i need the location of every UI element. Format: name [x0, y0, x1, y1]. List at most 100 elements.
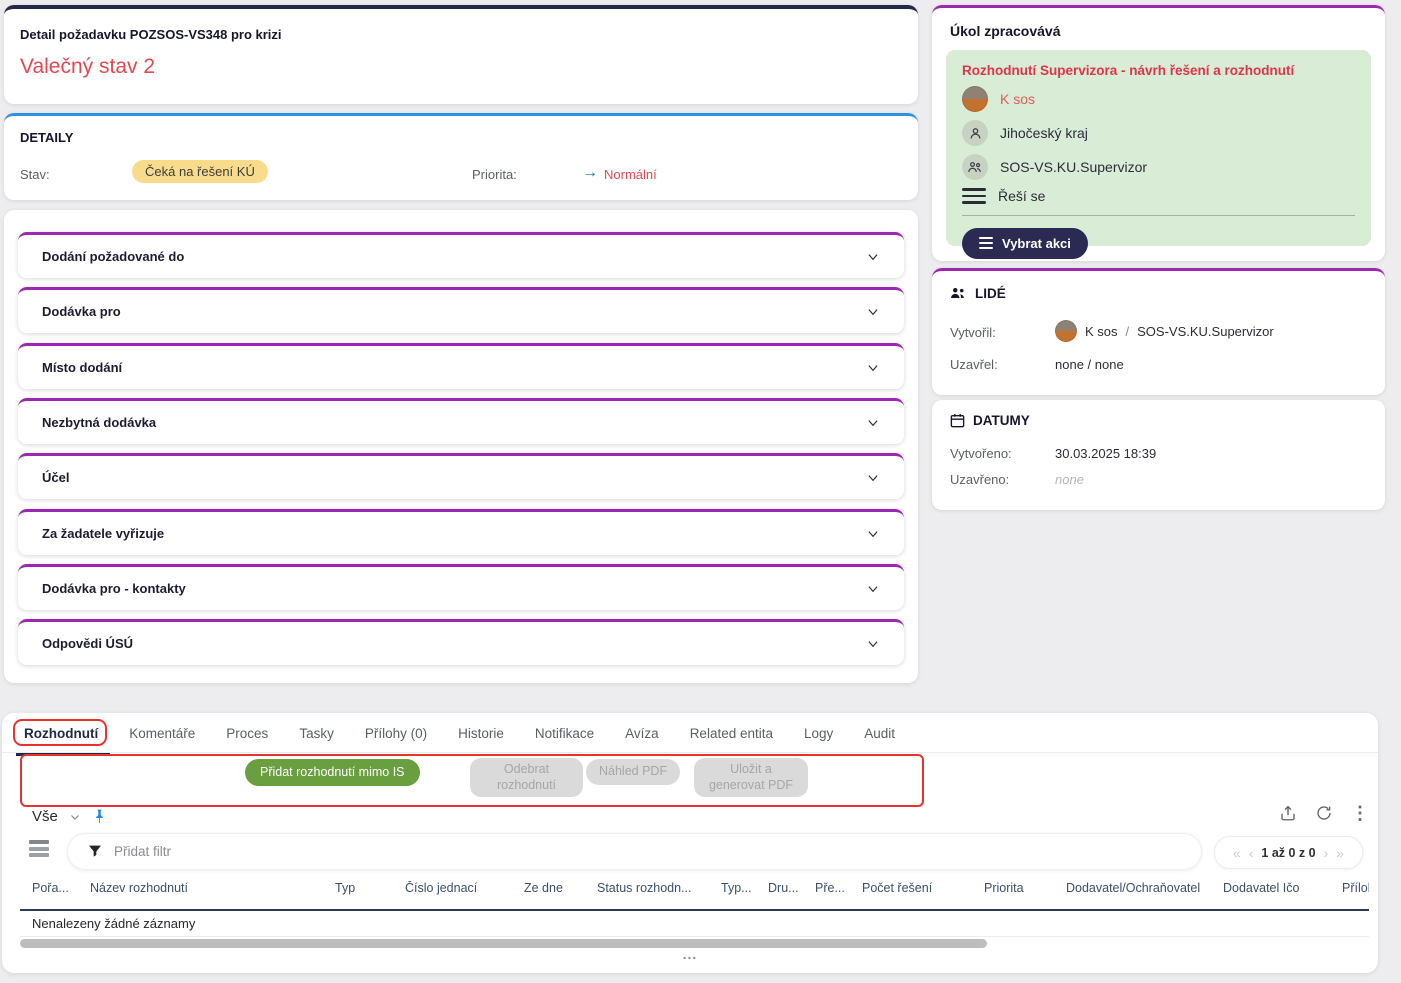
pin-icon[interactable]: [92, 808, 107, 825]
tab-label: Proces: [226, 726, 268, 741]
person-icon: [962, 120, 988, 146]
avatar: [1055, 320, 1077, 342]
tab-aviza[interactable]: Avíza: [623, 722, 661, 745]
tab-logy[interactable]: Logy: [802, 722, 835, 745]
task-panel-card: Úkol zpracovává Rozhodnutí Supervizora -…: [932, 5, 1385, 261]
people-panel-heading: LIDÉ: [975, 286, 1006, 301]
column-header[interactable]: Dru...: [768, 881, 815, 895]
chevron-down-icon: [866, 361, 880, 375]
tab-rozhodnuti[interactable]: Rozhodnutí: [22, 722, 100, 745]
accordion-label: Místo dodání: [42, 360, 122, 375]
task-title: Rozhodnutí Supervizora - návrh řešení a …: [962, 63, 1355, 78]
last-page-icon[interactable]: »: [1336, 846, 1344, 860]
filter-input[interactable]: [67, 833, 1202, 870]
closed-at-value: none: [1055, 472, 1084, 487]
closed-at-label: Uzavřeno:: [950, 472, 1009, 487]
tab-label: Historie: [458, 726, 504, 741]
accordion-dodani-pozadovane-do[interactable]: Dodání požadované do: [18, 232, 904, 278]
accordion-ucel[interactable]: Účel: [18, 453, 904, 499]
accordion-odpovedi-usu[interactable]: Odpovědi ÚSÚ: [18, 619, 904, 665]
remove-decision-button[interactable]: Odebrat rozhodnutí: [470, 758, 583, 797]
view-selector[interactable]: Vše: [32, 808, 107, 825]
chevron-down-icon: [866, 416, 880, 430]
drag-handle-icon[interactable]: ...: [2, 946, 1378, 962]
created-by-role: SOS-VS.KU.Supervizor: [1137, 324, 1274, 339]
column-header[interactable]: Priorita: [984, 881, 1066, 895]
column-header[interactable]: Pořa...: [32, 881, 90, 895]
created-by-label: Vytvořil:: [950, 325, 996, 340]
accordion-label: Za žadatele vyřizuje: [42, 526, 164, 541]
export-icon[interactable]: [1278, 803, 1298, 823]
tab-notifikace[interactable]: Notifikace: [533, 722, 596, 745]
row-density-icon[interactable]: [29, 840, 49, 860]
task-state: Řeší se: [998, 188, 1045, 204]
assignee-name: K sos: [1000, 91, 1035, 107]
grid-card: Rozhodnutí Komentáře Proces Tasky Příloh…: [2, 713, 1378, 973]
accordion-za-zadatele-vyrizuje[interactable]: Za žadatele vyřizuje: [18, 509, 904, 555]
accordion-label: Nezbytná dodávka: [42, 415, 156, 430]
prev-page-icon[interactable]: ‹: [1249, 846, 1254, 860]
accordion-dodavka-pro-kontakty[interactable]: Dodávka pro - kontakty: [18, 564, 904, 610]
tab-komentare[interactable]: Komentáře: [127, 722, 197, 745]
calendar-icon: [950, 413, 965, 428]
chevron-down-icon: [866, 527, 880, 541]
priority-value: Normální: [604, 167, 657, 182]
preview-pdf-button[interactable]: Náhled PDF: [586, 759, 680, 785]
separator: /: [1126, 324, 1130, 339]
people-panel-card: LIDÉ Vytvořil: K sos / SOS-VS.KU.Supervi…: [932, 268, 1385, 395]
pagination-text: 1 až 0 z 0: [1261, 846, 1315, 860]
filter-funnel-icon: [87, 843, 103, 859]
column-header[interactable]: Pře...: [815, 881, 862, 895]
next-page-icon[interactable]: ›: [1324, 846, 1329, 860]
tab-label: Notifikace: [535, 726, 594, 741]
menu-icon: [979, 237, 993, 249]
empty-table-message: Nenalezeny žádné záznamy: [32, 916, 195, 931]
state-lines-icon: [962, 188, 986, 204]
tab-related-entita[interactable]: Related entita: [688, 722, 775, 745]
save-generate-pdf-button[interactable]: Uložit a generovat PDF: [694, 758, 808, 797]
tab-historie[interactable]: Historie: [456, 722, 506, 745]
column-header[interactable]: Dodavatel/Ochraňovatel: [1066, 881, 1223, 895]
add-decision-button[interactable]: Přidat rozhodnutí mimo IS: [245, 759, 420, 786]
dates-panel-heading: DATUMY: [973, 413, 1030, 428]
column-header[interactable]: Počet řešení: [862, 881, 984, 895]
accordion-nezbytna-dodavka[interactable]: Nezbytná dodávka: [18, 398, 904, 444]
column-header[interactable]: Status rozhodn...: [597, 881, 721, 895]
accordion-dodavka-pro[interactable]: Dodávka pro: [18, 287, 904, 333]
refresh-icon[interactable]: [1314, 803, 1334, 823]
tab-prilohy[interactable]: Přílohy (0): [363, 722, 429, 745]
task-role-row: SOS-VS.KU.Supervizor: [962, 154, 1355, 180]
group-icon: [962, 154, 988, 180]
select-action-label: Vybrat akci: [1002, 236, 1071, 251]
column-header[interactable]: Typ: [335, 881, 405, 895]
created-at-label: Vytvořeno:: [950, 446, 1012, 461]
tab-proces[interactable]: Proces: [224, 722, 270, 745]
grid-action-icons: ⋮: [1278, 803, 1370, 823]
accordion-group-card: Dodání požadované do Dodávka pro Místo d…: [4, 210, 918, 683]
select-action-button[interactable]: Vybrat akci: [962, 228, 1088, 259]
dates-panel-heading-row: DATUMY: [950, 413, 1030, 428]
tab-label: Komentáře: [129, 726, 195, 741]
status-label: Stav:: [20, 167, 50, 182]
column-header[interactable]: Dodavatel Ičo: [1223, 881, 1342, 895]
people-icon: [950, 287, 967, 300]
tab-tasky[interactable]: Tasky: [297, 722, 336, 745]
column-header[interactable]: Příloh: [1342, 881, 1369, 895]
divider: [20, 936, 1369, 937]
accordion-label: Dodávka pro: [42, 304, 121, 319]
tab-audit[interactable]: Audit: [862, 722, 897, 745]
tab-label: Tasky: [299, 726, 334, 741]
column-header[interactable]: Typ...: [721, 881, 768, 895]
accordion-misto-dodani[interactable]: Místo dodání: [18, 343, 904, 389]
details-card: DETAILY Stav: Čeká na řešení KÚ Priorita…: [4, 113, 918, 200]
column-header[interactable]: Ze dne: [524, 881, 597, 895]
chevron-down-icon: [866, 637, 880, 651]
column-header[interactable]: Číslo jednací: [405, 881, 524, 895]
column-header[interactable]: Název rozhodnutí: [90, 881, 335, 895]
avatar: [962, 86, 988, 112]
view-selector-label: Vše: [32, 808, 58, 825]
task-state-row: Řeší se: [962, 188, 1355, 204]
first-page-icon[interactable]: «: [1233, 846, 1241, 860]
tab-label: Rozhodnutí: [24, 726, 98, 741]
kebab-menu-icon[interactable]: ⋮: [1350, 803, 1370, 823]
